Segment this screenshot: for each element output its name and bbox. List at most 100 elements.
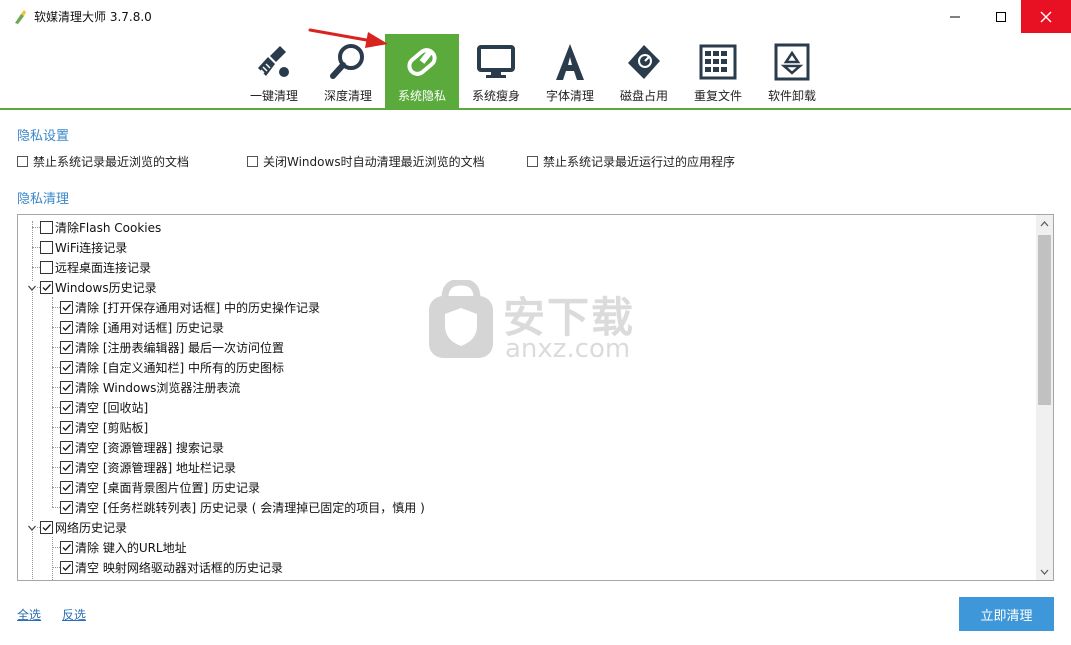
select-all-link[interactable]: 全选 — [17, 606, 41, 623]
recycle-bin-icon — [774, 43, 810, 81]
checkbox[interactable] — [60, 480, 73, 494]
tree-connector — [52, 297, 53, 507]
checkbox[interactable] — [60, 320, 73, 334]
tree-child-item[interactable]: 清除 [自定义通知栏] 中所有的历史图标 — [60, 357, 284, 377]
scroll-thumb[interactable] — [1038, 235, 1051, 405]
tree-item-label: Windows历史记录 — [55, 280, 157, 295]
expand-chevron-icon[interactable] — [27, 522, 37, 532]
checkbox[interactable] — [40, 520, 53, 534]
grid-files-icon — [699, 44, 737, 80]
setting-disable-recent-docs[interactable]: 禁止系统记录最近浏览的文档 — [17, 153, 189, 170]
tree-child-item[interactable]: 清除 Windows浏览器注册表流 — [60, 377, 240, 397]
tree-item-label: 清除 键入的URL地址 — [75, 540, 187, 555]
close-button[interactable] — [1021, 0, 1071, 33]
checkbox[interactable] — [40, 260, 53, 274]
tree-child-item[interactable]: 清空 [任务栏跳转列表] 历史记录 ( 会清理掉已固定的项目，慎用 ) — [60, 497, 425, 517]
tree-child-item[interactable]: 清空 [资源管理器] 地址栏记录 — [60, 457, 236, 477]
checkbox[interactable] — [40, 240, 53, 254]
tree-child-item[interactable]: 清空 [剪贴板] — [60, 417, 148, 437]
monitor-icon — [477, 45, 515, 78]
tab-system-slim[interactable]: 系统瘦身 — [459, 34, 533, 109]
checkbox[interactable] — [60, 540, 73, 554]
tree-connector — [32, 227, 40, 228]
privacy-clean-title: 隐私清理 — [17, 192, 70, 207]
expand-chevron-icon[interactable] — [27, 282, 37, 292]
tree-child-item[interactable]: 清空 [资源管理器] 搜索记录 — [60, 437, 224, 457]
checkbox[interactable] — [60, 340, 73, 354]
tab-uninstall[interactable]: 软件卸载 — [755, 34, 829, 109]
checkbox[interactable] — [40, 280, 53, 294]
minimize-button[interactable] — [932, 0, 978, 33]
scroll-up-button[interactable] — [1036, 215, 1053, 232]
tree-group-item[interactable]: 远程桌面连接记录 — [40, 257, 151, 277]
checkbox[interactable] — [60, 400, 73, 414]
tab-duplicate-files[interactable]: 重复文件 — [681, 34, 755, 109]
tree-connector — [52, 507, 60, 508]
window-title: 软媒清理大师 3.7.8.0 — [34, 10, 152, 24]
invert-selection-link[interactable]: 反选 — [62, 606, 86, 623]
maximize-button[interactable] — [978, 0, 1024, 33]
tree-connector — [52, 347, 60, 348]
tree-item-label: 清空 映射网络驱动器对话框的历史记录 — [75, 560, 283, 575]
tree-child-item[interactable]: 清除 [通用对话框] 历史记录 — [60, 317, 224, 337]
tree-child-item[interactable]: 清空 [回收站] — [60, 397, 148, 417]
tree-group-item[interactable]: 清除Flash Cookies — [40, 217, 161, 237]
tab-system-privacy[interactable]: 系统隐私 — [385, 34, 459, 109]
tree-item-label: 清空 [资源管理器] 搜索记录 — [75, 440, 224, 455]
checkbox[interactable] — [60, 380, 73, 394]
tab-label: 磁盘占用 — [619, 89, 668, 103]
tree-child-item[interactable]: 清除 [打开保存通用对话框] 中的历史操作记录 — [60, 297, 320, 317]
checkbox[interactable] — [60, 420, 73, 434]
tree-item-label: 清除 [打开保存通用对话框] 中的历史操作记录 — [75, 300, 320, 315]
tree-item-label: 清空 [桌面背景图片位置] 历史记录 — [75, 480, 260, 495]
clean-now-button[interactable]: 立即清理 — [959, 597, 1054, 631]
tree-item-label: WiFi连接记录 — [55, 240, 128, 255]
tab-label: 字体清理 — [545, 89, 594, 103]
tree-child-item[interactable]: 清空 映射网络驱动器对话框的历史记录 — [60, 557, 283, 577]
title-bar: 软媒清理大师 3.7.8.0 — [0, 0, 1071, 33]
privacy-settings-title: 隐私设置 — [17, 129, 70, 144]
tree-child-item[interactable]: 清除 键入的URL地址 — [60, 537, 187, 557]
tree-connector — [52, 447, 60, 448]
tree-item-label: 清空 [剪贴板] — [75, 420, 149, 435]
red-arrow-annotation — [308, 28, 388, 48]
close-icon — [1040, 11, 1052, 22]
scroll-down-button[interactable] — [1036, 563, 1053, 580]
tree-group-item[interactable]: WiFi连接记录 — [40, 237, 127, 257]
checkbox[interactable] — [60, 560, 73, 574]
setting-label: 关闭Windows时自动清理最近浏览的文档 — [263, 155, 485, 169]
chevron-down-icon — [1040, 569, 1049, 575]
tree-item-label: 清空 [任务栏跳转列表] 历史记录 ( 会清理掉已固定的项目，慎用 ) — [75, 500, 425, 515]
tree-connector — [52, 487, 60, 488]
tree-scrollbar[interactable] — [1036, 215, 1053, 580]
setting-disable-recent-apps[interactable]: 禁止系统记录最近运行过的应用程序 — [527, 153, 735, 170]
checkbox[interactable] — [60, 460, 73, 474]
shield-lock-icon — [429, 280, 493, 358]
tab-label: 深度清理 — [323, 89, 372, 103]
checkbox[interactable] — [60, 360, 73, 374]
privacy-clean-tree[interactable]: 清除Flash Cookies WiFi连接记录远程桌面连接记录 Windows历史… — [17, 214, 1054, 581]
tree-connector — [52, 427, 60, 428]
tree-connector — [52, 327, 60, 328]
checkbox[interactable] — [60, 500, 73, 514]
setting-label: 禁止系统记录最近运行过的应用程序 — [543, 155, 736, 169]
checkbox[interactable] — [527, 156, 538, 167]
tab-disk-usage[interactable]: 磁盘占用 — [607, 34, 681, 109]
broom-icon — [258, 46, 289, 77]
checkbox[interactable] — [60, 300, 73, 314]
setting-auto-clean-on-shutdown[interactable]: 关闭Windows时自动清理最近浏览的文档 — [247, 153, 485, 170]
tab-font-clean[interactable]: 字体清理 — [533, 34, 607, 109]
tree-child-item[interactable]: 清空 [桌面背景图片位置] 历史记录 — [60, 477, 260, 497]
tree-item-label: 清除 [自定义通知栏] 中所有的历史图标 — [75, 360, 284, 375]
tree-group-item[interactable]: Windows历史记录 — [40, 277, 157, 297]
tab-one-click-clean[interactable]: 一键清理 — [237, 34, 311, 109]
tree-connector — [52, 407, 60, 408]
checkbox[interactable] — [40, 220, 53, 234]
chevron-up-icon — [1040, 220, 1049, 226]
tree-child-item[interactable]: 清除 [注册表编辑器] 最后一次访问位置 — [60, 337, 284, 357]
checkbox[interactable] — [60, 440, 73, 454]
eraser-icon — [407, 48, 437, 76]
checkbox[interactable] — [247, 156, 258, 167]
tree-group-item[interactable]: 网络历史记录 — [40, 517, 127, 537]
checkbox[interactable] — [17, 156, 28, 167]
